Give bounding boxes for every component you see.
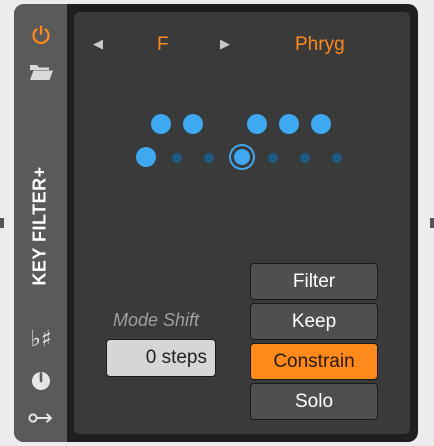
note-dot-upper-5[interactable] xyxy=(311,114,331,134)
solo-mode-button[interactable]: Solo xyxy=(250,383,378,420)
folder-icon[interactable] xyxy=(28,60,54,84)
note-dot-lower-3[interactable] xyxy=(204,153,214,163)
mode-shift-stepper[interactable]: 0 steps xyxy=(106,339,216,377)
device-panel: ◀ F ▶ Phryg Mode Shift 0 steps Filter Ke… xyxy=(74,12,410,434)
root-note-label[interactable]: F xyxy=(157,34,169,56)
dial-icon[interactable] xyxy=(29,369,53,393)
constrain-mode-button[interactable]: Constrain xyxy=(250,343,378,380)
device-side-strip: KEY FILTER+ ♭♯ xyxy=(14,4,67,442)
note-dot-lower-7[interactable] xyxy=(332,153,342,163)
mode-shift-label: Mode Shift xyxy=(113,310,200,330)
note-dot-lower-5[interactable] xyxy=(268,153,278,163)
key-routing-icon[interactable] xyxy=(26,408,56,428)
note-dot-upper-3[interactable] xyxy=(247,114,267,134)
scale-label[interactable]: Phryg xyxy=(295,34,345,56)
flat-sharp-icon[interactable]: ♭♯ xyxy=(25,326,57,352)
key-filter-device: KEY FILTER+ ♭♯ ◀ F ▶ Phryg Mode Shift 0 … xyxy=(14,4,418,442)
triangle-left-icon[interactable]: ◀ xyxy=(93,37,103,50)
note-dot-lower-6[interactable] xyxy=(300,153,310,163)
note-dot-lower-1[interactable] xyxy=(136,147,156,167)
device-title: KEY FILTER+ xyxy=(29,166,50,286)
keep-mode-button[interactable]: Keep xyxy=(250,303,378,340)
note-dot-upper-2[interactable] xyxy=(183,114,203,134)
triangle-right-icon[interactable]: ▶ xyxy=(220,37,230,50)
filter-mode-button[interactable]: Filter xyxy=(250,263,378,300)
note-dot-lower-4-selected[interactable] xyxy=(234,149,250,165)
right-edge-tick xyxy=(430,218,434,228)
note-dot-upper-1[interactable] xyxy=(151,114,171,134)
note-dot-lower-2[interactable] xyxy=(172,153,182,163)
left-edge-tick xyxy=(0,218,4,228)
power-icon[interactable] xyxy=(28,22,54,48)
note-dot-upper-4[interactable] xyxy=(279,114,299,134)
